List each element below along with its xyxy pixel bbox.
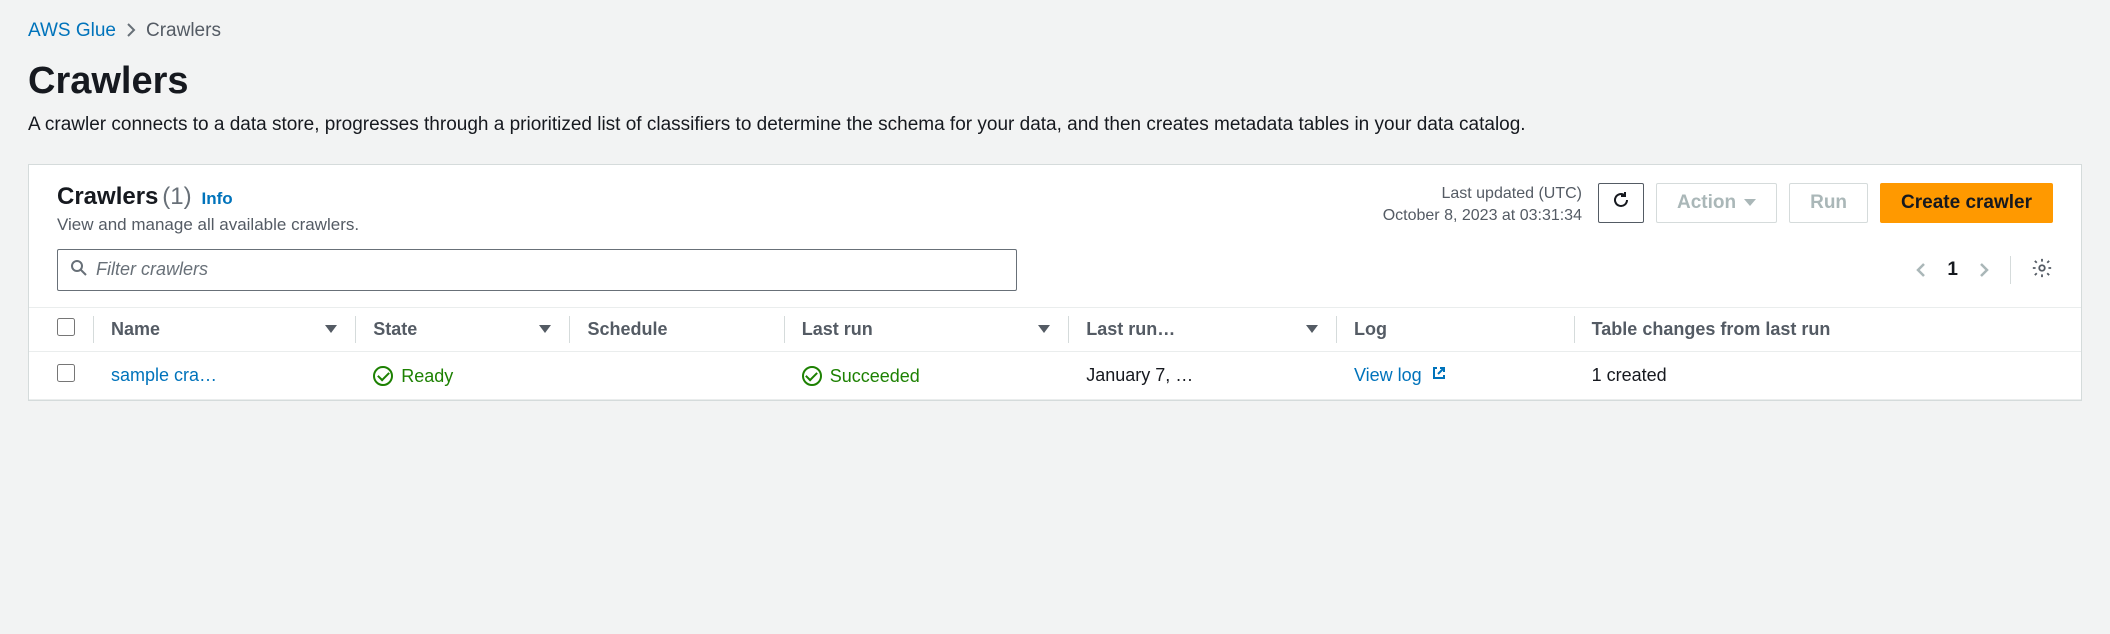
sort-icon[interactable] — [1038, 325, 1050, 333]
col-schedule: Schedule — [569, 307, 783, 351]
panel-subtitle: View and manage all available crawlers. — [57, 215, 1367, 235]
col-name: Name — [93, 307, 355, 351]
run-label: Run — [1810, 192, 1847, 214]
create-crawler-button[interactable]: Create crawler — [1880, 183, 2053, 223]
crawler-name-link[interactable]: sample cra… — [111, 365, 217, 385]
caret-down-icon — [1744, 199, 1756, 206]
table-header-row: Name State Schedule Last run Last run… L… — [29, 307, 2081, 351]
refresh-icon — [1611, 190, 1631, 216]
last-updated-block: Last updated (UTC) October 8, 2023 at 03… — [1383, 183, 1582, 228]
breadcrumb-root-link[interactable]: AWS Glue — [28, 20, 116, 42]
sort-icon[interactable] — [539, 325, 551, 333]
panel-title: Crawlers — [57, 183, 158, 210]
breadcrumb-current: Crawlers — [146, 20, 221, 42]
info-link[interactable]: Info — [202, 189, 233, 208]
last-updated-value: October 8, 2023 at 03:31:34 — [1383, 205, 1582, 227]
col-state: State — [355, 307, 569, 351]
filter-input[interactable] — [88, 259, 1004, 280]
table-changes-value: 1 created — [1592, 365, 1667, 385]
crawlers-panel: Crawlers (1) Info View and manage all av… — [28, 164, 2082, 401]
panel-count: (1) — [162, 183, 191, 210]
state-badge: Ready — [373, 366, 453, 387]
prev-page-button[interactable] — [1915, 261, 1927, 279]
last-updated-label: Last updated (UTC) — [1383, 183, 1582, 205]
table-row: sample cra… Ready Succeeded January 7, … — [29, 351, 2081, 399]
action-label: Action — [1677, 192, 1736, 214]
chevron-right-icon — [126, 21, 136, 42]
action-button[interactable]: Action — [1656, 183, 1777, 223]
filter-row: 1 — [29, 249, 2081, 307]
run-button[interactable]: Run — [1789, 183, 1868, 223]
col-last-run: Last run — [784, 307, 1068, 351]
breadcrumb: AWS Glue Crawlers — [28, 20, 2082, 42]
sort-icon[interactable] — [325, 325, 337, 333]
col-log: Log — [1336, 307, 1574, 351]
refresh-button[interactable] — [1598, 183, 1644, 223]
last-run-status: Succeeded — [802, 366, 920, 387]
col-last-run-date: Last run… — [1068, 307, 1336, 351]
sort-icon[interactable] — [1306, 325, 1318, 333]
last-run-date: January 7, … — [1086, 365, 1193, 385]
gear-icon — [2031, 257, 2053, 282]
check-circle-icon — [802, 366, 822, 386]
col-table-changes: Table changes from last run — [1574, 307, 2081, 351]
panel-header: Crawlers (1) Info View and manage all av… — [29, 165, 2081, 249]
filter-input-wrap[interactable] — [57, 249, 1017, 291]
row-checkbox[interactable] — [57, 364, 75, 382]
page-title: Crawlers — [28, 60, 2082, 103]
pagination: 1 — [1915, 256, 2053, 284]
next-page-button[interactable] — [1978, 261, 1990, 279]
crawlers-table: Name State Schedule Last run Last run… L… — [29, 307, 2081, 400]
page-number: 1 — [1947, 259, 1958, 281]
select-all-checkbox[interactable] — [57, 318, 75, 336]
create-label: Create crawler — [1901, 192, 2032, 214]
page-description: A crawler connects to a data store, prog… — [28, 111, 2082, 140]
view-log-link[interactable]: View log — [1354, 365, 1447, 385]
check-circle-icon — [373, 366, 393, 386]
external-link-icon — [1431, 365, 1447, 386]
settings-button[interactable] — [2010, 256, 2053, 284]
search-icon — [70, 259, 88, 280]
